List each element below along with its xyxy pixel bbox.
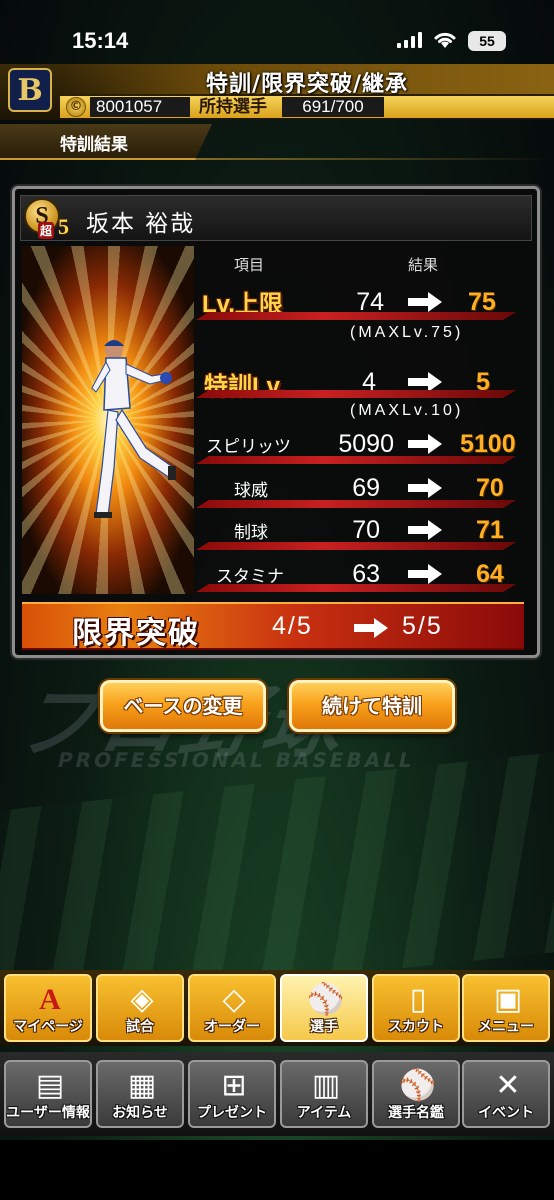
training-level-max: (MAXLv.10) (350, 402, 464, 419)
event-bat-ball-icon: ✕ (495, 1068, 521, 1103)
row-divider (196, 390, 516, 398)
nav-present[interactable]: ⊞ プレゼント (188, 1060, 276, 1128)
nav-user-info[interactable]: ▤ ユーザー情報 (4, 1060, 92, 1128)
nav-label: マイページ (13, 1019, 83, 1035)
limit-break-after: 5/5 (402, 612, 443, 640)
nav-label: 選手名鑑 (388, 1105, 444, 1121)
home-indicator-area (0, 1140, 554, 1200)
owned-players-label: 所持選手 (199, 97, 267, 117)
arrow-right-icon (408, 564, 442, 584)
arrow-right-icon (408, 434, 442, 454)
nav-mypage[interactable]: A マイページ (4, 974, 92, 1042)
stat-after-control: 71 (476, 516, 504, 544)
arrow-right-icon (354, 618, 388, 638)
nav-label: お知らせ (112, 1105, 168, 1121)
coin-icon: © (66, 97, 86, 117)
owned-players-count: 691/700 (282, 97, 384, 117)
stat-before-control: 70 (352, 516, 380, 544)
scout-card-icon: ▯ (409, 982, 427, 1017)
background-logo-sub: PROFESSIONAL BASEBALL (55, 748, 418, 772)
nav-label: スカウト (388, 1019, 444, 1035)
row-divider (196, 312, 516, 320)
rank-number: 5 (58, 214, 69, 239)
nav-label: イベント (478, 1105, 534, 1121)
nav-label: プレゼント (197, 1105, 267, 1121)
cellular-signal-icon (397, 32, 422, 48)
stat-label-control: 制球 (234, 523, 268, 543)
a-logo-icon: A (39, 983, 61, 1016)
rank-super-mark: 超 (38, 222, 55, 239)
team-logo-icon[interactable]: B (8, 68, 52, 112)
stat-before-spirits: 5090 (338, 430, 394, 458)
nav-label: 試合 (126, 1019, 154, 1035)
stat-after-velocity: 70 (476, 474, 504, 502)
nav-label: アイテム (296, 1105, 352, 1121)
status-bar: 15:14 55 (0, 0, 554, 62)
secondary-nav: ▤ ユーザー情報 ▦ お知らせ ⊞ プレゼント ▥ アイテム ⚾ 選手名鑑 ✕ … (0, 1052, 554, 1136)
continue-training-button[interactable]: 続けて特訓 (289, 680, 455, 732)
rank-badge: S 超 5 (24, 196, 78, 242)
menu-character-icon: ▣ (493, 982, 523, 1017)
wifi-icon (434, 32, 456, 48)
row-divider (196, 542, 516, 550)
stat-label-spirits: スピリッツ (206, 437, 291, 457)
player-portrait[interactable] (22, 246, 194, 594)
arrow-right-icon (408, 372, 442, 392)
column-header-item: 項目 (234, 256, 265, 274)
page-title: 特訓/限界突破/継承 (205, 72, 409, 97)
nav-label: オーダー (204, 1019, 260, 1035)
player-name: 坂本 裕哉 (86, 211, 196, 237)
arrow-right-icon (408, 292, 442, 312)
notice-icon: ▦ (127, 1068, 157, 1103)
item-book-icon: ▥ (311, 1068, 341, 1103)
nav-notice[interactable]: ▦ お知らせ (96, 1060, 184, 1128)
arrow-right-icon (408, 520, 442, 540)
stat-after-spirits: 5100 (460, 430, 516, 458)
stat-before-velocity: 69 (352, 474, 380, 502)
nav-order[interactable]: ◇ オーダー (188, 974, 276, 1042)
status-time: 15:14 (72, 28, 129, 53)
coin-count: 8001057 (90, 97, 190, 117)
row-divider (196, 500, 516, 508)
user-info-icon: ▤ (35, 1068, 65, 1103)
field-order-icon: ◇ (222, 982, 246, 1017)
player-icon: ⚾ (307, 982, 345, 1017)
player-directory-icon: ⚾ (399, 1068, 437, 1103)
pitcher-figure (91, 340, 176, 518)
nav-game[interactable]: ◈ 試合 (96, 974, 184, 1042)
nav-scout[interactable]: ▯ スカウト (372, 974, 460, 1042)
section-divider (0, 158, 554, 160)
nav-players[interactable]: ⚾ 選手 (280, 974, 368, 1042)
nav-event[interactable]: ✕ イベント (462, 1060, 550, 1128)
column-header-result: 結果 (408, 256, 439, 274)
nav-player-directory[interactable]: ⚾ 選手名鑑 (372, 1060, 460, 1128)
arrow-right-icon (408, 478, 442, 498)
level-cap-max: (MAXLv.75) (350, 324, 464, 341)
nav-label: 選手 (310, 1019, 338, 1035)
change-base-button[interactable]: ベースの変更 (100, 680, 266, 732)
nav-label: メニュー (478, 1019, 534, 1035)
stat-label-velocity: 球威 (234, 481, 268, 501)
row-divider (196, 584, 516, 592)
nav-menu[interactable]: ▣ メニュー (462, 974, 550, 1042)
section-title: 特訓結果 (60, 135, 128, 155)
battery-icon: 55 (468, 31, 506, 51)
primary-nav: A マイページ ◈ 試合 ◇ オーダー ⚾ 選手 ▯ スカウト ▣ メニュー (0, 970, 554, 1046)
limit-break-before: 4/5 (272, 612, 313, 640)
stadium-icon: ◈ (130, 982, 154, 1017)
limit-break-label: 限界突破 (72, 616, 200, 651)
nav-label: ユーザー情報 (6, 1105, 90, 1121)
nav-item[interactable]: ▥ アイテム (280, 1060, 368, 1128)
gift-icon: ⊞ (221, 1068, 247, 1103)
stat-label-stamina: スタミナ (216, 567, 284, 587)
row-divider (196, 456, 516, 464)
